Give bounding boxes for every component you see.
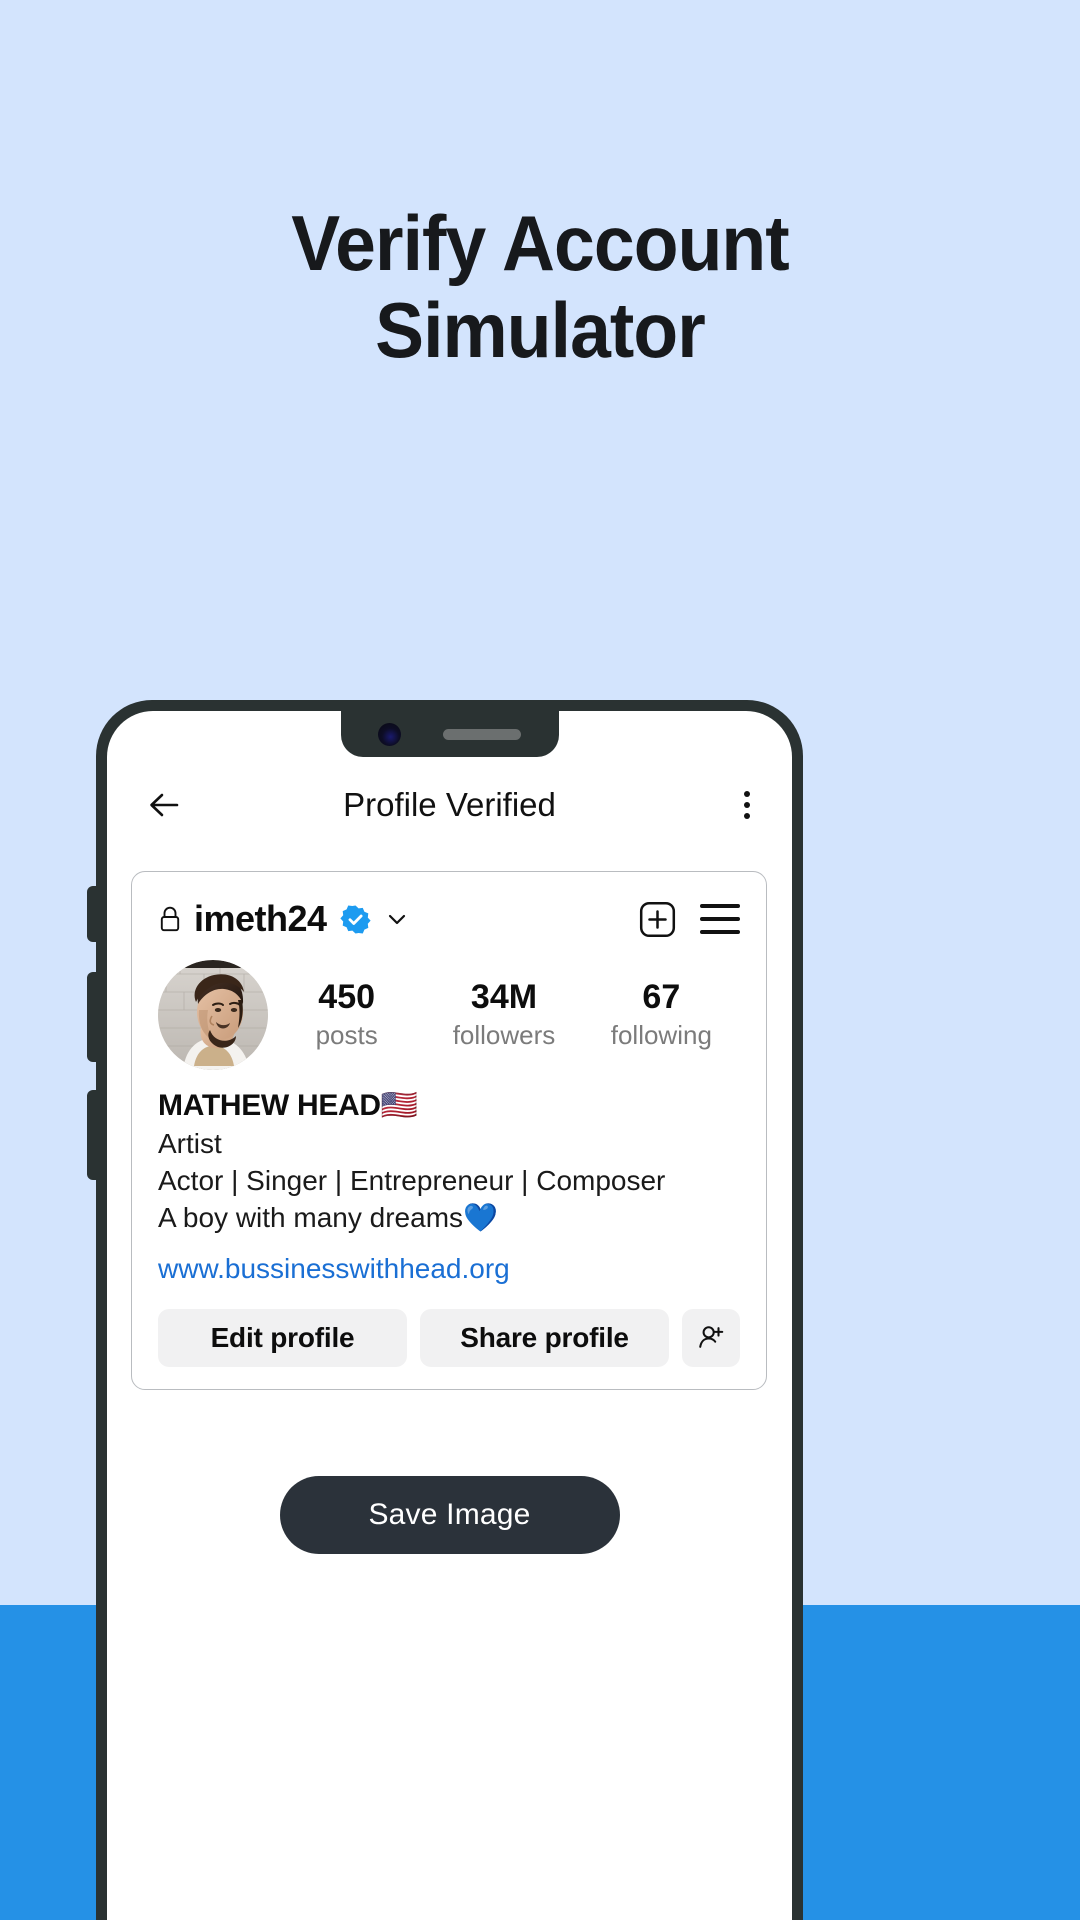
share-profile-button[interactable]: Share profile xyxy=(420,1309,669,1368)
verified-badge-icon xyxy=(339,904,371,935)
phone-screen: Profile Verified imeth24 450 posts 34M f… xyxy=(107,711,792,1920)
plus-box-icon[interactable] xyxy=(639,901,676,938)
phone-side-button-volume-down xyxy=(87,1090,99,1180)
bio-line-2: Actor | Singer | Entrepreneur | Composer xyxy=(158,1165,666,1197)
save-image-button[interactable]: Save Image xyxy=(279,1476,620,1554)
app-header-bar: Profile Verified xyxy=(107,757,792,852)
bio-line-3: A boy with many dreams💙 xyxy=(158,1202,498,1234)
header-title: Profile Verified xyxy=(343,785,556,823)
more-vertical-icon[interactable] xyxy=(744,790,750,819)
stat-followers-value: 34M xyxy=(470,977,538,1016)
stat-posts-label: posts xyxy=(315,1019,378,1050)
stat-following-label: following xyxy=(610,1019,712,1050)
profile-bio: MATHEW HEAD🇺🇸 Artist Actor | Singer | En… xyxy=(132,1070,766,1287)
profile-card: imeth24 450 posts 34M followers 67 follo… xyxy=(131,871,767,1391)
display-name: MATHEW HEAD🇺🇸 xyxy=(158,1089,418,1122)
stat-posts-value: 450 xyxy=(318,977,376,1016)
bio-link[interactable]: www.bussinesswithhead.org xyxy=(158,1251,740,1287)
lock-icon xyxy=(158,905,182,933)
phone-side-button-mute xyxy=(87,886,99,942)
phone-side-button-volume-up xyxy=(87,972,99,1062)
earpiece-speaker-icon xyxy=(443,728,521,740)
arrow-left-icon[interactable] xyxy=(145,786,183,824)
stat-followers-label: followers xyxy=(452,1019,556,1050)
chevron-down-icon[interactable] xyxy=(385,907,409,931)
add-person-button[interactable] xyxy=(682,1309,740,1368)
stat-followers[interactable]: 34M followers xyxy=(425,978,582,1053)
page-title-line-2: Simulator xyxy=(375,286,706,375)
avatar[interactable] xyxy=(158,960,268,1070)
username-row: imeth24 xyxy=(132,872,766,946)
edit-profile-button[interactable]: Edit profile xyxy=(158,1309,407,1368)
bio-line-1: Artist xyxy=(158,1128,222,1159)
phone-notch xyxy=(340,711,559,757)
stat-posts[interactable]: 450 posts xyxy=(268,978,425,1053)
phone-mockup: Profile Verified imeth24 450 posts 34M f… xyxy=(87,700,803,1920)
page-title-line-1: Verify Account xyxy=(291,199,789,287)
username-text[interactable]: imeth24 xyxy=(194,898,327,940)
add-person-icon xyxy=(696,1322,726,1355)
hamburger-icon[interactable] xyxy=(700,904,740,934)
stat-following[interactable]: 67 following xyxy=(583,978,740,1053)
profile-stats-row: 450 posts 34M followers 67 following xyxy=(132,946,766,1070)
profile-action-buttons: Edit profile Share profile xyxy=(132,1287,766,1368)
front-camera-icon xyxy=(378,722,401,746)
page-title: Verify Account Simulator xyxy=(32,199,1047,375)
stat-following-value: 67 xyxy=(642,977,681,1016)
